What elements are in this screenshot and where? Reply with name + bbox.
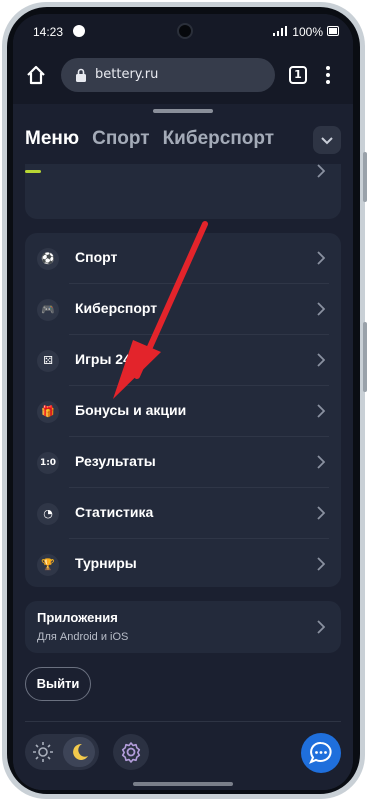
volume-button <box>363 152 367 202</box>
power-button <box>363 322 367 392</box>
screen: 14:23 100% bettery.ru 1 Меню Спорт Киберсп… <box>13 14 353 790</box>
annotation-arrow <box>113 221 208 399</box>
